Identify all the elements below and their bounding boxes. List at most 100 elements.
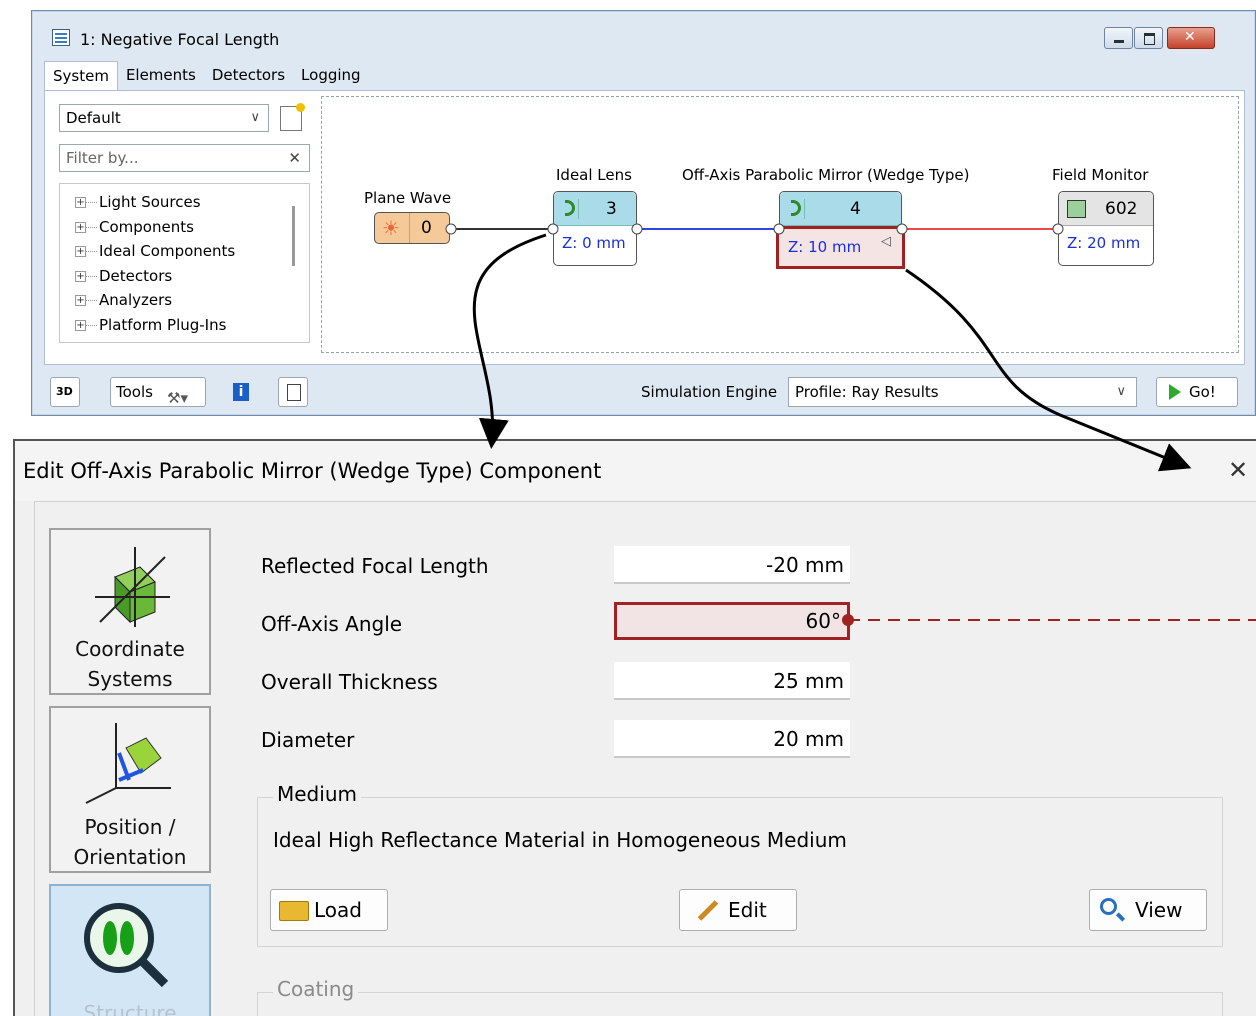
- node-header: 4: [780, 192, 901, 226]
- sidebar-label: Position /: [84, 815, 176, 839]
- component-tree[interactable]: + Light Sources + Components + Ideal Compon…: [59, 183, 310, 343]
- tree-item-components[interactable]: + Components: [72, 215, 235, 240]
- node-label-mirror: Off-Axis Parabolic Mirror (Wedge Type): [682, 166, 970, 184]
- node-header: 602: [1059, 192, 1153, 226]
- magnifier-icon: [1100, 898, 1117, 915]
- node-label-field-monitor: Field Monitor: [1052, 166, 1149, 184]
- reflected-focal-length-label: Reflected Focal Length: [261, 554, 489, 578]
- tab-detectors[interactable]: Detectors: [204, 61, 293, 89]
- sidebar-item-coordinate-systems[interactable]: Coordinate Systems: [49, 528, 211, 695]
- tab-logging[interactable]: Logging: [293, 61, 369, 89]
- expand-icon[interactable]: +: [75, 221, 86, 233]
- bottom-toolbar: Tools ⚒▾ i Simulation Engine Profile: Ra…: [32, 365, 1255, 417]
- tree-item-label: Platform Plug-Ins: [99, 315, 227, 334]
- reflected-focal-length-input[interactable]: -20 mm: [614, 546, 850, 584]
- node-header: 3: [554, 192, 636, 226]
- node-label-plane-wave: Plane Wave: [364, 189, 452, 207]
- view-button[interactable]: View: [1089, 889, 1207, 931]
- overall-thickness-input[interactable]: 25 mm: [614, 662, 850, 700]
- app-icon: [52, 29, 70, 46]
- info-icon[interactable]: i: [233, 383, 249, 401]
- dialog-title-bar: Edit Off-Axis Parabolic Mirror (Wedge Ty…: [15, 441, 1256, 501]
- tab-system[interactable]: System: [44, 61, 118, 91]
- chevron-down-icon: ∨: [250, 110, 260, 125]
- expand-icon[interactable]: +: [75, 246, 86, 258]
- edit-button[interactable]: Edit: [679, 889, 797, 931]
- tree-item-detectors[interactable]: + Detectors: [72, 264, 235, 289]
- dialog-body: Coordinate Systems Position / Orientatio…: [34, 501, 1256, 1016]
- expand-icon[interactable]: +: [75, 319, 86, 331]
- tree-item-ideal-components[interactable]: + Ideal Components: [72, 239, 235, 264]
- tree-item-platform-plugins[interactable]: + Platform Plug-Ins: [72, 313, 235, 338]
- expand-icon[interactable]: +: [75, 197, 86, 208]
- load-label: Load: [314, 898, 362, 922]
- sidebar-item-structure[interactable]: Structure: [49, 884, 211, 1016]
- lens-icon: [562, 199, 579, 219]
- tree-scrollbar[interactable]: [292, 206, 295, 266]
- window-title: 1: Negative Focal Length: [80, 30, 280, 49]
- tree-item-analyzers[interactable]: + Analyzers: [72, 288, 235, 313]
- filter-input[interactable]: Filter by... ✕: [59, 144, 310, 172]
- sidebar-label: Coordinate: [75, 637, 185, 661]
- mirror-z-highlight[interactable]: Z: 10 mm ◁: [776, 226, 905, 269]
- tree-item-label: Analyzers: [99, 291, 173, 310]
- node-ideal-lens[interactable]: 3 Z: 0 mm: [553, 191, 637, 266]
- close-button[interactable]: [1167, 27, 1215, 49]
- tree-item-label: Detectors: [99, 266, 173, 285]
- divider: [409, 213, 410, 243]
- view-label: View: [1135, 898, 1183, 922]
- tree-item-label: Light Sources: [99, 193, 201, 211]
- maximize-button[interactable]: [1134, 27, 1163, 49]
- node-id: 4: [850, 199, 861, 219]
- coordinate-axes-icon: [95, 547, 170, 627]
- diameter-label: Diameter: [261, 728, 355, 752]
- new-document-icon[interactable]: [280, 103, 305, 131]
- edit-component-dialog: Edit Off-Axis Parabolic Mirror (Wedge Ty…: [13, 439, 1256, 1016]
- diameter-input[interactable]: 20 mm: [614, 720, 850, 758]
- notes-button[interactable]: [278, 377, 308, 407]
- expand-icon[interactable]: +: [75, 295, 86, 307]
- node-z-position: Z: 0 mm: [562, 234, 626, 252]
- preset-select-value: Default: [66, 109, 121, 127]
- simulation-engine-value: Profile: Ray Results: [795, 383, 939, 401]
- node-id: 602: [1105, 199, 1138, 219]
- tools-label: Tools: [116, 383, 153, 401]
- node-label-ideal-lens: Ideal Lens: [556, 166, 632, 184]
- folder-icon: [279, 901, 309, 921]
- sidebar-item-position-orientation[interactable]: Position / Orientation: [49, 706, 211, 873]
- go-button[interactable]: Go!: [1156, 377, 1238, 407]
- close-icon[interactable]: ✕: [1228, 456, 1248, 484]
- play-icon: [1169, 384, 1181, 400]
- tab-elements[interactable]: Elements: [118, 61, 204, 89]
- clear-icon[interactable]: ✕: [288, 145, 301, 171]
- node-plane-wave[interactable]: ☀ 0: [374, 212, 450, 244]
- overall-thickness-label: Overall Thickness: [261, 670, 438, 694]
- node-z-position: Z: 10 mm: [788, 238, 862, 256]
- minimize-button[interactable]: [1104, 27, 1133, 49]
- go-label: Go!: [1189, 383, 1216, 401]
- node-id: 0: [421, 218, 432, 238]
- sidebar-label: Orientation: [73, 845, 187, 869]
- off-axis-angle-label: Off-Axis Angle: [261, 612, 403, 636]
- filter-placeholder: Filter by...: [66, 149, 139, 167]
- structure-magnifier-icon: [84, 903, 169, 988]
- title-bar: 1: Negative Focal Length: [32, 11, 1255, 61]
- monitor-icon: [1067, 200, 1086, 218]
- simulation-engine-select[interactable]: Profile: Ray Results ∨: [788, 377, 1137, 407]
- 3d-view-button[interactable]: [50, 377, 80, 407]
- tools-button[interactable]: Tools ⚒▾: [110, 377, 206, 407]
- sun-icon: ☀: [382, 216, 400, 240]
- dialog-title: Edit Off-Axis Parabolic Mirror (Wedge Ty…: [23, 459, 602, 483]
- node-field-monitor[interactable]: 602 Z: 20 mm: [1058, 191, 1154, 266]
- tree-item-label: Ideal Components: [99, 242, 236, 261]
- preset-select[interactable]: Default ∨: [59, 104, 269, 132]
- off-axis-angle-input[interactable]: 60°: [614, 602, 850, 640]
- tree-item-light-sources[interactable]: + Light Sources: [72, 190, 235, 215]
- medium-value: Ideal High Reflectance Material in Homog…: [273, 828, 847, 852]
- node-id: 3: [606, 199, 617, 219]
- expand-icon[interactable]: +: [75, 270, 86, 282]
- load-button[interactable]: Load: [270, 889, 388, 931]
- wrench-icon: ⚒▾: [167, 389, 188, 407]
- node-z-position: Z: 20 mm: [1067, 234, 1141, 252]
- tab-bar: System Elements Detectors Logging: [44, 61, 369, 91]
